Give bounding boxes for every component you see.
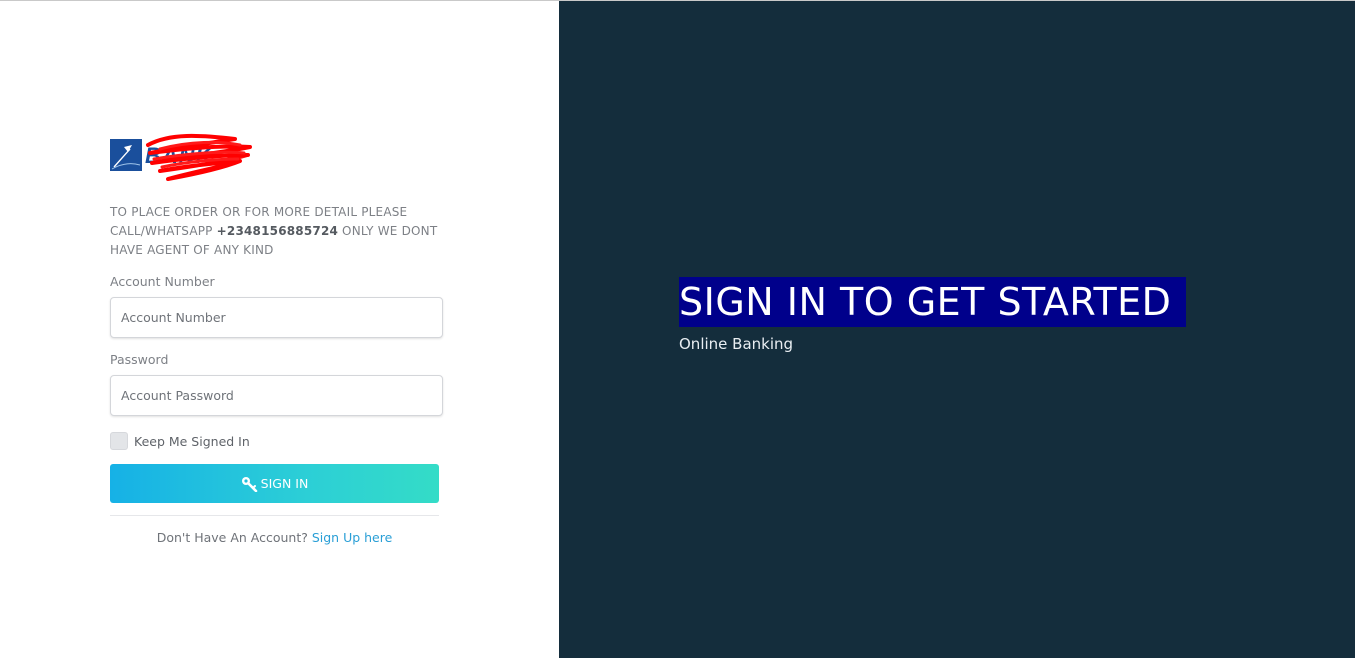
no-account-text: Don't Have An Account?: [156, 530, 312, 545]
hero-panel: SIGN IN TO GET STARTED Online Banking: [559, 1, 1355, 658]
hero-content: SIGN IN TO GET STARTED Online Banking: [679, 277, 1187, 353]
redaction-scribble: [146, 133, 252, 181]
bank-logo-icon: [110, 139, 142, 171]
order-notice: TO PLACE ORDER OR FOR MORE DETAIL PLEASE…: [110, 205, 438, 257]
keep-signed-in-checkbox[interactable]: [110, 432, 128, 450]
sign-in-label: SIGN IN: [260, 476, 309, 491]
login-page: BANK TO PLACE ORDER OR FOR MORE DETAIL P…: [0, 0, 1355, 658]
login-panel: BANK TO PLACE ORDER OR FOR MORE DETAIL P…: [0, 1, 559, 658]
notice-phone: +2348156885724: [216, 224, 339, 238]
password-label: Password: [110, 352, 169, 367]
form-divider: [110, 515, 439, 516]
bank-logo[interactable]: BANK: [110, 125, 260, 183]
hero-subtitle: Online Banking: [679, 335, 794, 353]
key-icon: [241, 476, 259, 492]
keep-signed-in-row: Keep Me Signed In: [110, 432, 443, 450]
login-form: BANK TO PLACE ORDER OR FOR MORE DETAIL P…: [110, 125, 443, 545]
keep-signed-in-label[interactable]: Keep Me Signed In: [134, 434, 250, 449]
signup-prompt: Don't Have An Account? Sign Up here: [110, 530, 439, 545]
hero-title: SIGN IN TO GET STARTED: [679, 277, 1187, 327]
account-number-label: Account Number: [110, 274, 215, 289]
sign-in-button[interactable]: SIGN IN: [110, 464, 439, 503]
password-input[interactable]: [110, 375, 443, 416]
account-number-input[interactable]: [110, 297, 443, 338]
sign-up-link[interactable]: Sign Up here: [312, 530, 392, 545]
